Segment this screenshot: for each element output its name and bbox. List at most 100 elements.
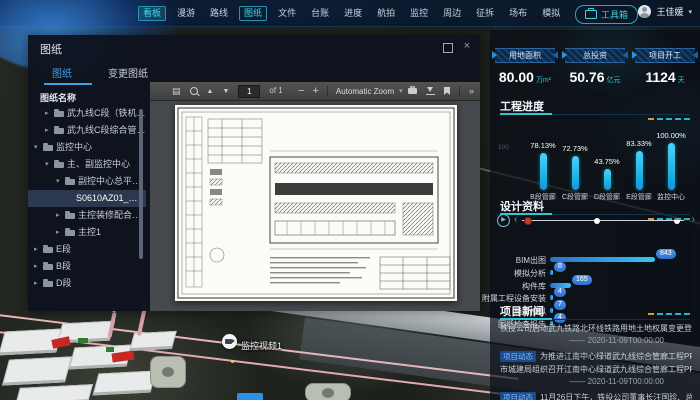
more-tools-icon[interactable]: » [469,87,474,96]
bar-value-label: 72.73% [562,144,587,153]
stat-label: 项目开工 [635,48,695,63]
toolbox-button[interactable]: 工具箱 [575,5,638,24]
design-row: 模拟分析8 [500,266,686,279]
tree-item[interactable]: ▸E段 [28,241,146,258]
drawing-page[interactable] [175,105,457,301]
collapse-icon[interactable]: ▾ [45,156,54,173]
tree-item[interactable]: ▸武九线C段综合管廊... [28,122,146,139]
bookmark-icon[interactable] [444,87,450,95]
tree-item[interactable]: ▸ B段 [28,258,146,275]
fullscreen-icon[interactable] [443,43,453,53]
nav-item[interactable]: 场布 [505,7,531,20]
nav-item[interactable]: 路线 [206,7,232,20]
folder-icon [43,281,53,287]
close-icon[interactable]: × [464,39,470,53]
slider-right-arrow[interactable]: › [692,213,695,227]
tree-item-label: 武九线C段（铁机路-... [67,105,146,122]
tree-scrollbar[interactable] [139,109,143,259]
nav-item[interactable]: 漫游 [173,7,199,20]
nav-item[interactable]: 模拟 [538,7,564,20]
nav-item[interactable]: 看板 [138,6,166,21]
slider-track[interactable] [522,220,684,221]
tree-item-label: 主控装修配合平面... [78,207,146,224]
expand-icon[interactable]: ▸ [56,207,65,224]
news-date: —— 2020-11-09T00:00:00 [500,376,692,388]
design-bar [550,295,553,300]
sidebar-toggle-icon[interactable]: ▤ [172,87,181,96]
collapse-icon[interactable]: ▾ [56,173,65,190]
nav-item[interactable]: 图纸 [239,6,267,21]
stat-label: 用地面积 [495,48,555,63]
camera-marker-label[interactable]: 监控视频1 [241,339,282,352]
search-icon[interactable] [190,87,198,95]
news-item[interactable]: 项目动态11月26日下午，铁投公司董事长汪国珍、总经理王铁骏 [500,391,692,400]
progress-bar-column: 43.75%D段管廊 [592,157,622,190]
collapse-icon[interactable]: ▾ [34,139,43,156]
design-scrollbar[interactable] [686,228,691,333]
top-navigation-bar: 看板漫游路线图纸文件台账进度航拍监控周边征拆场布模拟 工具箱 王佳媛 ▾ [0,0,700,27]
expand-icon[interactable]: ▸ [34,258,43,275]
pdf-canvas[interactable] [150,101,480,311]
print-icon[interactable] [408,88,417,94]
user-menu[interactable]: 王佳媛 ▾ [638,5,692,18]
design-bar-track: 165 [550,283,686,288]
zoom-out-icon[interactable]: − [298,86,304,97]
design-row: BIM出图843 [500,253,686,266]
tree-item-label: 副控中心总平2019... [78,173,146,190]
tree-item[interactable]: ▸ 武九线C段（铁机路-... [28,105,146,122]
news-text: 11月26日下午，铁投公司董事长汪国珍、总经理王铁骏 [540,391,692,400]
design-value-badge: 4 [554,287,566,297]
page-up-icon[interactable]: ▲ [207,88,214,95]
page-number-input[interactable] [238,85,260,98]
tree-item[interactable]: ▾监控中心 [28,139,146,156]
tree-item[interactable]: ▸ 主控装修配合平面... [28,207,146,224]
zoom-select-value: Automatic Zoom [336,87,394,96]
slider-left-arrow[interactable]: ‹ [514,213,517,227]
design-bar-track: 4 [550,295,686,300]
tab-drawings[interactable]: 图纸 [52,65,72,85]
tower-3d [150,356,186,388]
tree-item[interactable]: ▾ 副控中心总平2019... [28,173,146,190]
tree-item[interactable]: S0610AZ01_总平... [28,190,146,207]
stat-value: 50.76 [569,69,604,85]
tree-item-label: B段 [56,258,71,275]
progress-bar-column: 78.13%B段管廊 [528,141,558,190]
expand-icon[interactable]: ▸ [45,122,54,139]
bottom-toolbar-stub[interactable] [237,393,263,400]
bar-value-label: 100.00% [656,131,686,140]
nav-item[interactable]: 文件 [274,7,300,20]
expand-icon[interactable]: ▸ [45,105,54,122]
progress-bar-column: 100.00%监控中心 [656,131,686,190]
tree-item[interactable]: ▸D段 [28,275,146,292]
design-bar-track: 8 [550,270,686,275]
play-icon[interactable]: ▶ [497,214,510,227]
expand-icon[interactable]: ▸ [56,224,65,241]
nav-item[interactable]: 监控 [406,7,432,20]
nav-item[interactable]: 进度 [340,7,366,20]
page-down-icon[interactable]: ▼ [222,88,229,95]
nav-item[interactable]: 征拆 [472,7,498,20]
zoom-in-icon[interactable]: + [312,86,318,97]
design-bar-track: 843 [550,257,686,262]
tab-change-drawings[interactable]: 变更图纸 [108,65,148,80]
expand-icon[interactable]: ▸ [34,275,43,292]
tree-item[interactable]: ▾主、副监控中心 [28,156,146,173]
project-sidebar: 用地面积 80.00万m² 总投资 50.76亿元 项目开工 1124天 工程进… [490,30,700,400]
nav-item[interactable]: 周边 [439,7,465,20]
progress-bar [540,153,547,190]
map-3d-marker [78,338,88,343]
news-item[interactable]: 铁投公司启动武九铁路北环线铁路用地土地权属变更登记工作—— 2020-11-09… [500,322,692,347]
nav-item[interactable]: 台账 [307,7,333,20]
expand-icon[interactable]: ▸ [34,241,43,258]
news-item[interactable]: 项目动态为推进江南中心绿道武九线综合管廊工程PPP项目股权市城建局组织召开江南中… [500,350,692,388]
zoom-select[interactable]: Automatic Zoom ▾ [336,87,403,96]
slider-handle-start[interactable] [524,217,532,225]
pagination-dashes[interactable] [648,313,690,315]
tree-item[interactable]: ▸主控1 [28,224,146,241]
camera-marker[interactable] [222,334,237,349]
bar-category-label: E段管廊 [626,192,652,202]
slider-handle-mid[interactable] [594,218,600,224]
download-icon[interactable] [426,87,435,95]
pagination-dashes[interactable] [648,218,690,220]
nav-item[interactable]: 航拍 [373,7,399,20]
